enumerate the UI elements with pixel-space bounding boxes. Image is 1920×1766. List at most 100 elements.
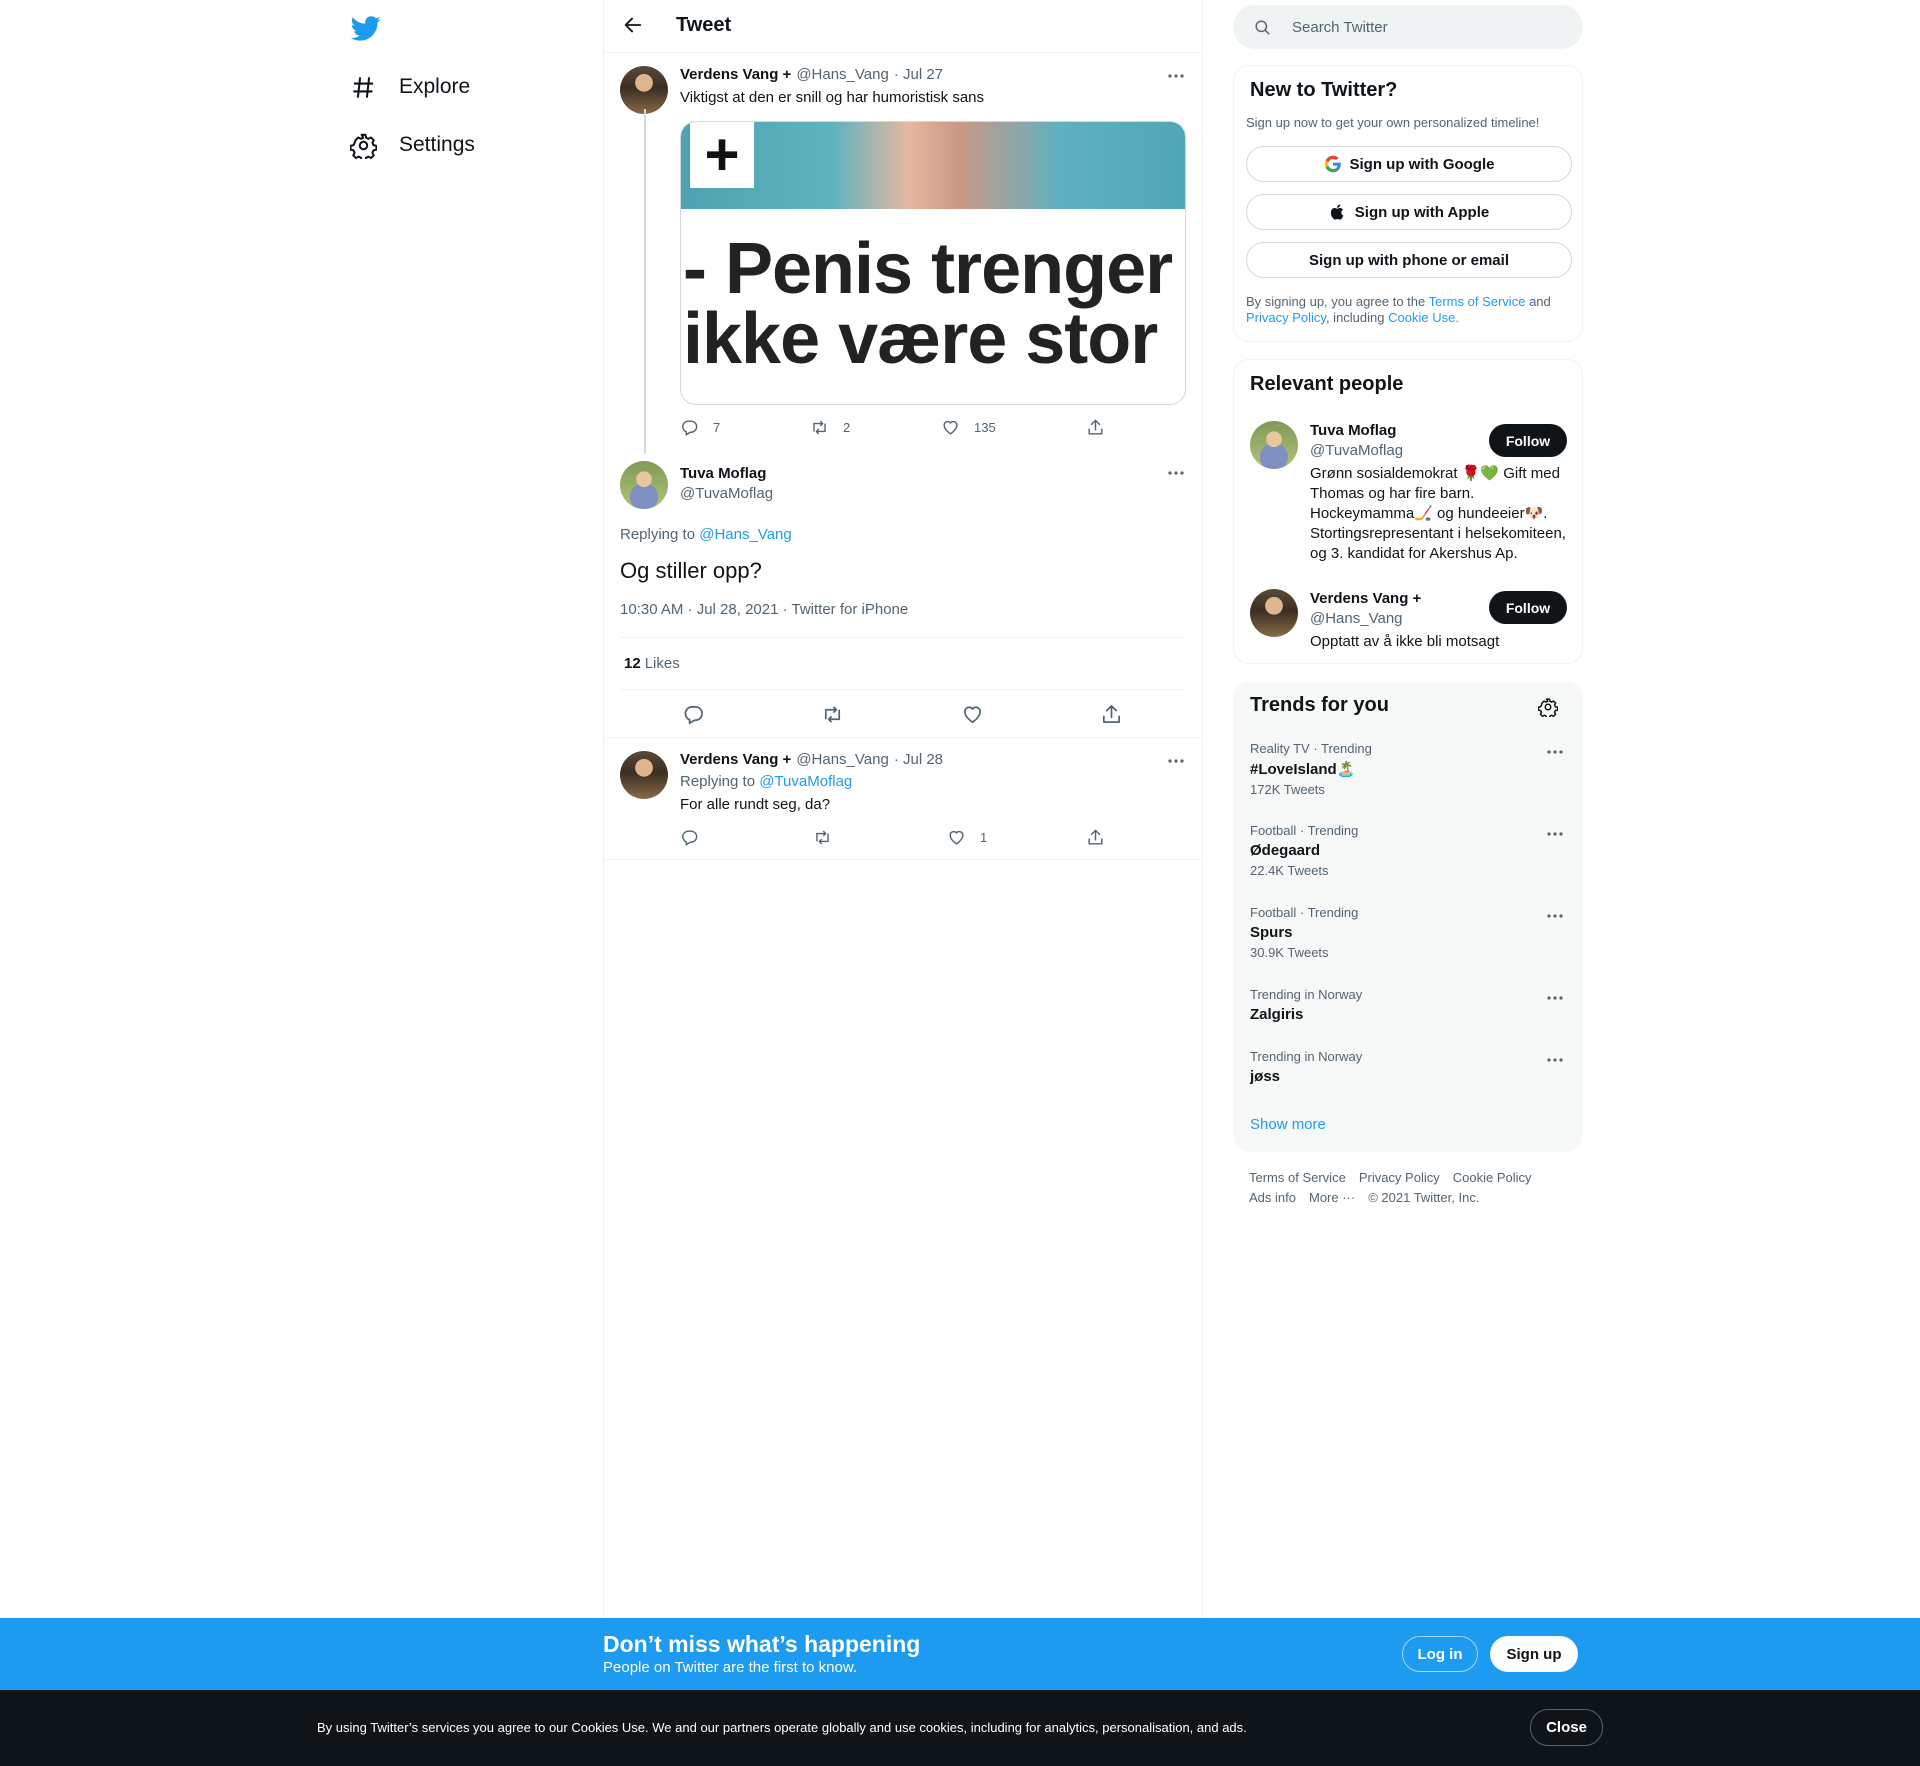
follow-button[interactable]: Follow (1489, 591, 1567, 624)
avatar[interactable] (620, 66, 668, 114)
share-icon (1102, 705, 1121, 724)
footer-terms-link[interactable]: Terms of Service (1249, 1170, 1346, 1185)
like-button[interactable]: 1 (947, 828, 987, 847)
search-box[interactable] (1233, 5, 1583, 49)
heart-icon (947, 828, 966, 847)
more-options-icon[interactable] (1166, 751, 1186, 771)
trend-item[interactable]: Football · Trending Spurs 30.9K Tweets (1250, 905, 1570, 960)
author-name[interactable]: Verdens Vang + (680, 751, 791, 768)
likes-stat-count: 12 (624, 655, 641, 672)
more-options-icon[interactable] (1166, 66, 1186, 86)
like-button[interactable]: 135 (941, 418, 996, 437)
column-divider-right (1202, 0, 1203, 1618)
replying-to-link[interactable]: @Hans_Vang (699, 526, 792, 543)
trend-item[interactable]: Football · Trending Ødegaard 22.4K Tweet… (1250, 823, 1570, 878)
tweet-date[interactable]: · Jul 27 (894, 66, 943, 83)
share-button[interactable] (1086, 418, 1105, 437)
reply-icon (684, 705, 703, 725)
trend-item[interactable]: Trending in Norway jøss (1250, 1049, 1570, 1085)
reply-button[interactable]: 7 (680, 418, 720, 437)
cookie-use-link[interactable]: Cookie Use. (1388, 310, 1459, 325)
nav-explore[interactable]: Explore (350, 67, 470, 107)
avatar[interactable] (1250, 421, 1298, 469)
back-arrow-icon[interactable] (622, 14, 644, 36)
tweet-author-row: Verdens Vang + @Hans_Vang · Jul 27 (680, 66, 943, 83)
share-button[interactable] (1086, 828, 1105, 847)
hashtag-icon (350, 74, 377, 101)
signup-phone-email-button[interactable]: Sign up with phone or email (1246, 242, 1572, 278)
signup-apple-label: Sign up with Apple (1354, 203, 1490, 221)
trends-title: Trends for you (1250, 694, 1389, 716)
author-handle[interactable]: @Hans_Vang (796, 751, 889, 768)
avatar[interactable] (1250, 589, 1298, 637)
trend-item[interactable]: Trending in Norway Zalgiris (1250, 987, 1570, 1023)
login-button[interactable]: Log in (1402, 1636, 1478, 1672)
avatar[interactable] (620, 751, 668, 799)
legal-prefix: By signing up, you agree to the (1246, 294, 1426, 309)
tweet-date[interactable]: · Jul 28 (894, 751, 943, 768)
retweet-icon (813, 828, 832, 847)
google-icon (1324, 155, 1342, 173)
terms-link[interactable]: Terms of Service (1429, 294, 1526, 309)
share-button[interactable] (1100, 703, 1123, 726)
reply-button[interactable] (680, 828, 699, 847)
author-name[interactable]: Tuva Moflag (680, 465, 766, 482)
signup-button[interactable]: Sign up (1490, 1636, 1578, 1672)
more-options-icon[interactable] (1545, 988, 1565, 1008)
tweet-timestamp[interactable]: 10:30 AM · Jul 28, 2021 · Twitter for iP… (620, 601, 908, 618)
footer-cookie-link[interactable]: Cookie Policy (1453, 1170, 1532, 1185)
retweet-button[interactable] (813, 828, 832, 847)
tweet-author-row: Verdens Vang + @Hans_Vang · Jul 28 (680, 751, 943, 768)
like-button[interactable] (961, 703, 984, 726)
more-options-icon[interactable] (1166, 463, 1186, 483)
apple-icon (1329, 203, 1347, 221)
nav-settings[interactable]: Settings (350, 125, 475, 165)
more-options-icon[interactable] (1545, 906, 1565, 926)
replying-to-link[interactable]: @TuvaMoflag (759, 773, 852, 790)
footer-privacy-link[interactable]: Privacy Policy (1359, 1170, 1440, 1185)
show-more-link[interactable]: Show more (1250, 1116, 1326, 1133)
trend-name: Spurs (1250, 924, 1293, 941)
footer-more-link[interactable]: More ··· (1309, 1190, 1355, 1205)
twitter-logo-icon[interactable] (349, 13, 383, 43)
author-handle[interactable]: @Hans_Vang (796, 66, 889, 83)
signup-google-button[interactable]: Sign up with Google (1246, 146, 1572, 182)
avatar[interactable] (620, 461, 668, 509)
card-headline: - Penis trenger ikke være stor (683, 233, 1173, 375)
person-name[interactable]: Verdens Vang + (1310, 590, 1421, 607)
banner-title: Don’t miss what’s happening (603, 1631, 921, 1657)
signup-panel-title: New to Twitter? (1250, 79, 1398, 101)
trend-meta: Football · Trending (1250, 823, 1359, 838)
footer-ads-link[interactable]: Ads info (1249, 1190, 1296, 1205)
signup-google-label: Sign up with Google (1349, 155, 1495, 173)
more-options-icon[interactable] (1545, 1050, 1565, 1070)
more-options-icon[interactable] (1545, 824, 1565, 844)
share-icon (1086, 418, 1105, 437)
retweet-button[interactable]: 2 (810, 418, 850, 437)
legal-including: , including (1325, 310, 1385, 325)
divider (604, 737, 1202, 738)
signup-panel-subtitle: Sign up now to get your own personalized… (1246, 115, 1540, 130)
reply-count: 7 (713, 420, 721, 435)
divider (620, 689, 1186, 690)
search-input[interactable] (1292, 18, 1552, 36)
author-handle[interactable]: @TuvaMoflag (680, 485, 773, 502)
trend-item[interactable]: Reality TV · Trending #LoveIsland🏝️ 172K… (1250, 741, 1570, 797)
likes-stat[interactable]: 12 Likes (624, 655, 680, 672)
person-name[interactable]: Tuva Moflag (1310, 422, 1396, 439)
trends-settings-icon[interactable] (1538, 697, 1558, 717)
privacy-link[interactable]: Privacy Policy (1246, 310, 1326, 325)
cookie-close-button[interactable]: Close (1530, 1709, 1603, 1746)
signup-apple-button[interactable]: Sign up with Apple (1246, 194, 1572, 230)
person-handle[interactable]: @TuvaMoflag (1310, 442, 1403, 459)
signup-panel: New to Twitter? Sign up now to get your … (1233, 65, 1583, 342)
tweet-text: Viktigst at den er snill og har humorist… (680, 89, 985, 106)
tweet-media-card[interactable]: + - Penis trenger ikke være stor (680, 121, 1186, 405)
retweet-button[interactable] (821, 703, 844, 726)
more-options-icon[interactable] (1545, 742, 1565, 762)
reply-button[interactable] (682, 703, 705, 726)
follow-button[interactable]: Follow (1489, 424, 1567, 457)
person-handle[interactable]: @Hans_Vang (1310, 610, 1403, 627)
author-name[interactable]: Verdens Vang + (680, 66, 791, 83)
legal-and: and (1529, 294, 1551, 309)
